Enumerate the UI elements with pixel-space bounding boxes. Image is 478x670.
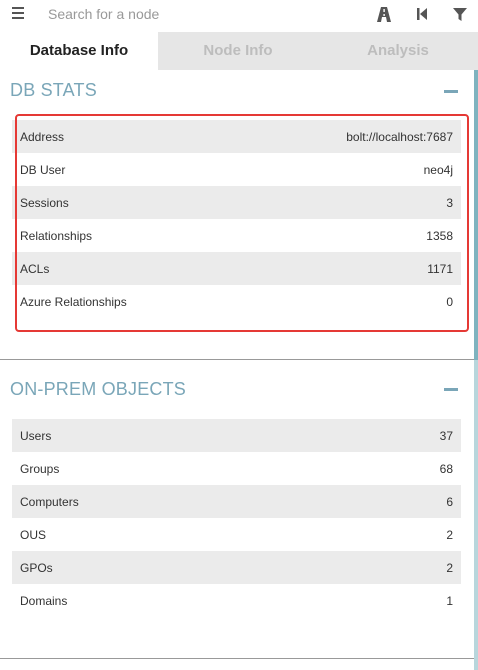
pathfinding-icon[interactable] xyxy=(375,5,393,23)
tab-bar: Database Info Node Info Analysis xyxy=(0,32,478,70)
stat-value: 0 xyxy=(446,294,453,309)
object-value: 68 xyxy=(439,461,453,476)
object-value: 37 xyxy=(439,428,453,443)
object-row-domains: Domains 1 xyxy=(12,584,461,617)
stat-value: bolt://localhost:7687 xyxy=(346,129,453,144)
object-value: 2 xyxy=(446,527,453,542)
object-row-users: Users 37 xyxy=(12,419,461,452)
stat-value: neo4j xyxy=(423,162,453,177)
stat-value: 3 xyxy=(446,195,453,210)
object-value: 6 xyxy=(446,494,453,509)
search-input[interactable] xyxy=(42,3,342,25)
db-stats-table: Address bolt://localhost:7687 DB User ne… xyxy=(12,120,461,318)
tab-node-info[interactable]: Node Info xyxy=(158,32,318,70)
db-stats-title: DB STATS xyxy=(10,80,97,100)
object-label: Groups xyxy=(20,461,60,476)
onprem-objects-table: Users 37 Groups 68 Computers 6 OUS 2 GPO… xyxy=(12,419,461,617)
object-label: GPOs xyxy=(20,560,53,575)
menu-icon[interactable] xyxy=(12,7,24,19)
db-stats-collapse-icon[interactable] xyxy=(444,90,458,93)
object-label: Domains xyxy=(20,593,68,608)
stat-value: 1358 xyxy=(426,228,453,243)
database-info-panel: DB STATS Address bolt://localhost:7687 D… xyxy=(0,70,474,670)
stat-row-db-user: DB User neo4j xyxy=(12,153,461,186)
filter-icon[interactable] xyxy=(451,5,469,23)
object-row-groups: Groups 68 xyxy=(12,452,461,485)
stat-label: Address xyxy=(20,129,65,144)
onprem-collapse-icon[interactable] xyxy=(444,388,458,391)
section-divider xyxy=(0,658,474,659)
onprem-objects-title: ON-PREM OBJECTS xyxy=(10,379,187,399)
stat-row-relationships: Relationships 1358 xyxy=(12,219,461,252)
stat-label: DB User xyxy=(20,162,66,177)
stat-label: Azure Relationships xyxy=(20,294,127,309)
back-icon[interactable] xyxy=(413,5,431,23)
scrollbar-thumb[interactable] xyxy=(474,70,478,360)
section-divider xyxy=(0,359,474,360)
object-value: 2 xyxy=(446,560,453,575)
stat-row-address: Address bolt://localhost:7687 xyxy=(12,120,461,153)
stat-row-acls: ACLs 1171 xyxy=(12,252,461,285)
stat-row-azure-relationships: Azure Relationships 0 xyxy=(12,285,461,318)
stat-label: Relationships xyxy=(20,228,93,243)
object-value: 1 xyxy=(446,593,453,608)
object-label: Users xyxy=(20,428,52,443)
stat-value: 1171 xyxy=(427,261,453,276)
object-row-gpos: GPOs 2 xyxy=(12,551,461,584)
stat-label: ACLs xyxy=(20,261,50,276)
object-row-computers: Computers 6 xyxy=(12,485,461,518)
tab-database-info[interactable]: Database Info xyxy=(0,32,158,70)
stat-label: Sessions xyxy=(20,195,69,210)
tab-analysis[interactable]: Analysis xyxy=(318,32,478,70)
object-row-ous: OUS 2 xyxy=(12,518,461,551)
stat-row-sessions: Sessions 3 xyxy=(12,186,461,219)
object-label: Computers xyxy=(20,494,79,509)
object-label: OUS xyxy=(20,527,47,542)
search-bar xyxy=(0,0,478,30)
